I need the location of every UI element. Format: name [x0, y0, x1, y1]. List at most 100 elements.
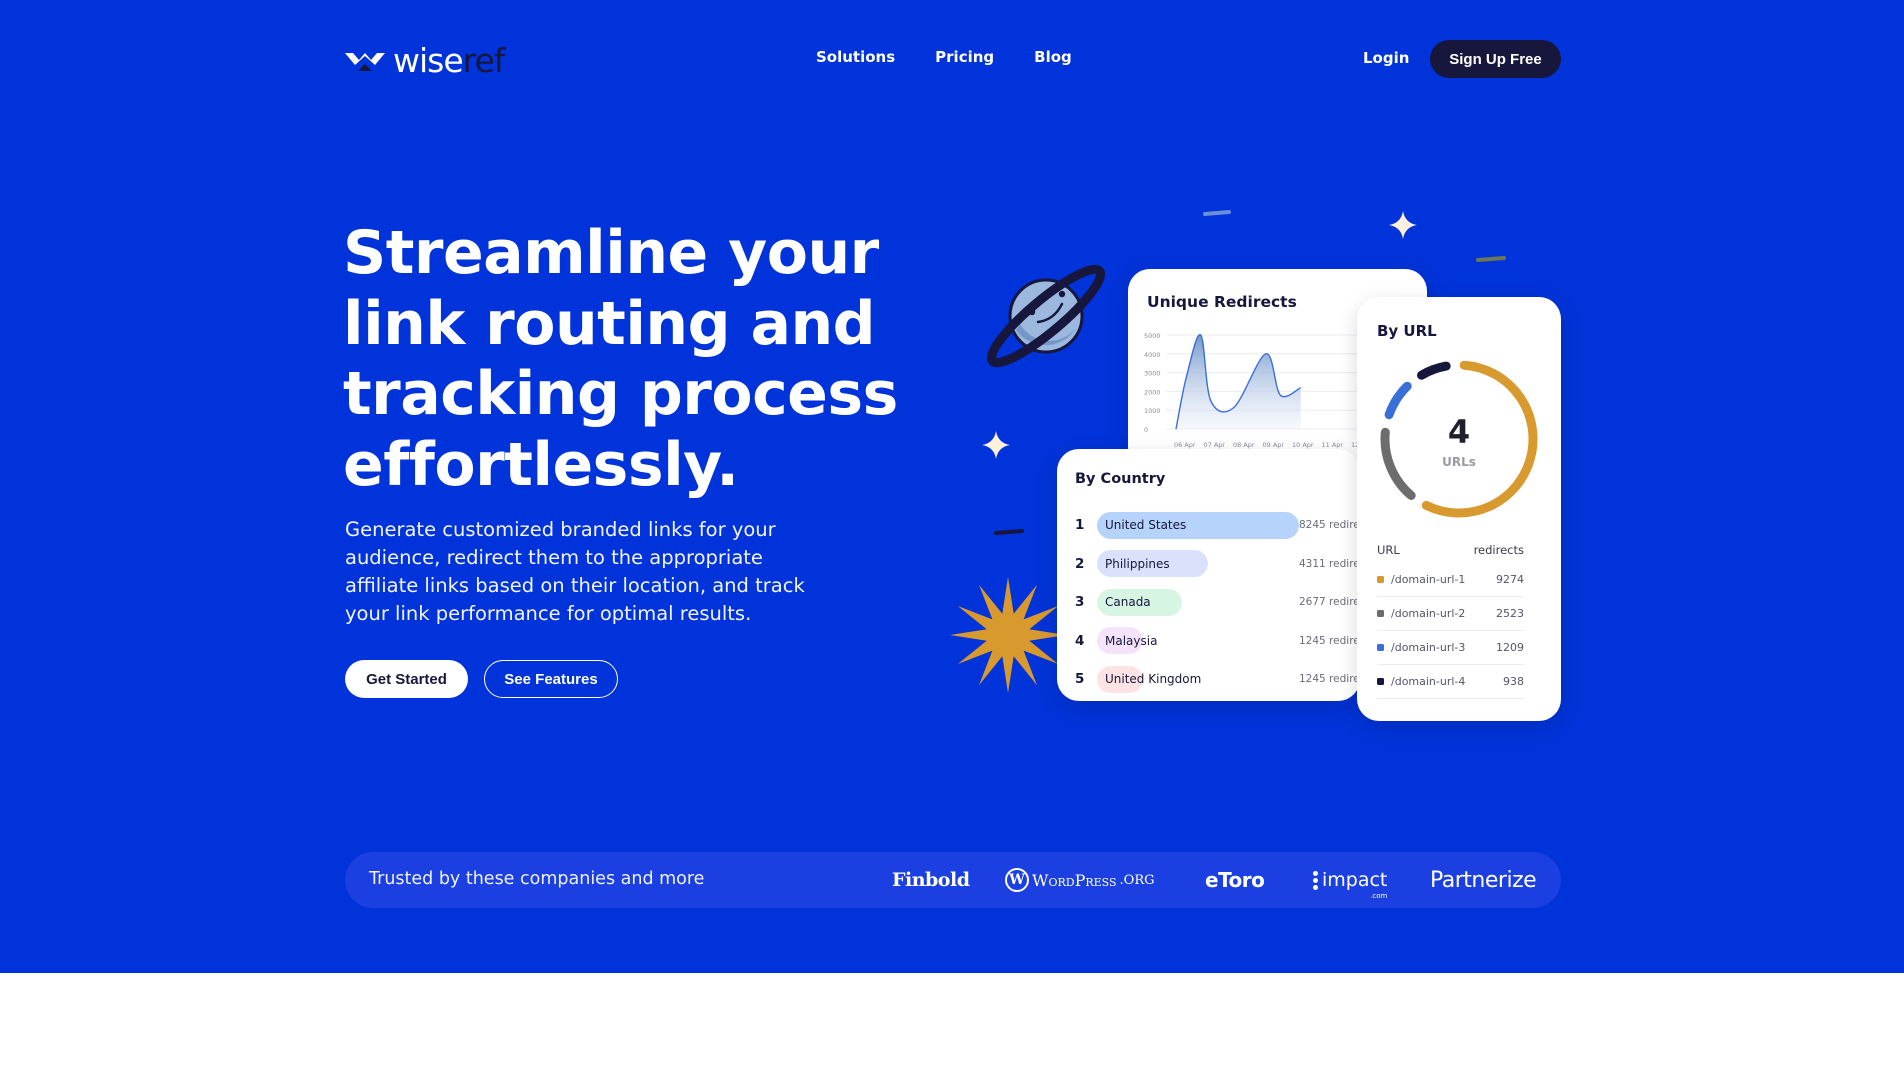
- card-title: By Country: [1075, 471, 1166, 487]
- hero-headline: Streamline your link routing and trackin…: [343, 218, 903, 500]
- url-redirects: 2523: [1496, 607, 1524, 620]
- col-url: URL: [1377, 543, 1400, 557]
- headline-line: tracking process: [343, 359, 898, 429]
- x-tick-label: 08 Apr: [1233, 441, 1255, 449]
- url-redirects: 938: [1503, 675, 1524, 688]
- nav-blog[interactable]: Blog: [1034, 48, 1072, 66]
- country-name: Philippines: [1105, 556, 1170, 571]
- country-name: Malaysia: [1105, 633, 1158, 648]
- donut-label: URLs: [1442, 455, 1476, 469]
- x-tick-label: 11 Apr: [1322, 441, 1344, 449]
- subtext-line: audience, redirect them to the appropria…: [345, 546, 763, 569]
- trusted-by-bar: Trusted by these companies and more Finb…: [345, 852, 1561, 908]
- nav-pricing[interactable]: Pricing: [935, 48, 994, 66]
- starburst-icon: [950, 577, 1066, 693]
- dash-decoration: [994, 529, 1024, 535]
- logo[interactable]: wiseref: [345, 40, 505, 80]
- sparkle-star-icon: [982, 431, 1010, 459]
- url-redirects: 1209: [1496, 641, 1524, 654]
- country-row: 4 Malaysia 1245 redirects: [1075, 627, 1360, 655]
- wordpress-suffix: .ORG: [1119, 872, 1155, 888]
- logo-wordmark: wiseref: [393, 40, 505, 80]
- y-tick-label: 4000: [1144, 351, 1161, 359]
- y-tick-label: 5000: [1144, 332, 1161, 340]
- country-rank: 2: [1075, 555, 1085, 572]
- logo-impact: impact .com: [1313, 852, 1387, 908]
- nav-solutions[interactable]: Solutions: [816, 48, 895, 66]
- country-name: Canada: [1105, 595, 1151, 609]
- chart-area-fill: [1176, 334, 1301, 429]
- url-color-swatch: [1377, 576, 1384, 583]
- country-rank: 4: [1075, 632, 1085, 649]
- impact-dots-icon: [1313, 870, 1318, 890]
- x-tick-label: 06 Apr: [1174, 441, 1196, 449]
- planet-icon: [986, 264, 1106, 368]
- country-value: 4311 redirects: [1299, 557, 1360, 570]
- subtext-line: Generate customized branded links for yo…: [345, 518, 776, 541]
- hero-section: wiseref Solutions Pricing Blog Login Sig…: [0, 0, 1904, 973]
- headline-line: effortlessly.: [343, 429, 739, 500]
- country-value: 1245 redirects: [1299, 634, 1360, 647]
- login-link[interactable]: Login: [1363, 49, 1409, 67]
- country-rank: 5: [1075, 671, 1085, 687]
- y-tick-label: 1000: [1144, 407, 1161, 415]
- by-url-card: By URL 4 URLs URL redirects /domain-url-…: [1357, 297, 1561, 721]
- url-name: /domain-url-3: [1391, 641, 1466, 654]
- see-features-button[interactable]: See Features: [484, 660, 618, 698]
- country-rank: 1: [1075, 517, 1085, 533]
- country-value: 8245 redirects: [1299, 519, 1360, 531]
- country-value: 2677 redirects: [1299, 596, 1360, 608]
- country-row: 2 Philippines 4311 redirects: [1075, 550, 1360, 578]
- url-table-header: URL redirects: [1377, 543, 1524, 557]
- country-row: 5 United Kingdom 1245 redirects: [1075, 665, 1360, 693]
- country-name: United Kingdom: [1105, 672, 1202, 686]
- y-tick-label: 2000: [1144, 388, 1161, 396]
- country-name: United States: [1105, 518, 1187, 532]
- y-tick-label: 0: [1144, 426, 1148, 434]
- impact-text: impact: [1322, 869, 1388, 891]
- hero-subtext: Generate customized branded links for yo…: [345, 516, 815, 628]
- col-redirects: redirects: [1473, 543, 1524, 557]
- url-row: /domain-url-3 1209: [1377, 631, 1524, 665]
- country-value: 1245 redirects: [1299, 673, 1360, 685]
- country-row: 1 United States 8245 redirects: [1075, 511, 1360, 539]
- country-row: 3 Canada 2677 redirects: [1075, 588, 1360, 616]
- x-tick-label: 09 Apr: [1263, 441, 1285, 449]
- signup-button[interactable]: Sign Up Free: [1430, 40, 1561, 78]
- x-tick-label: 07 Apr: [1204, 441, 1226, 449]
- url-color-swatch: [1377, 644, 1384, 651]
- sparkle-star-icon: [1389, 211, 1417, 239]
- trusted-label: Trusted by these companies and more: [369, 869, 705, 889]
- url-color-swatch: [1377, 678, 1384, 685]
- subtext-line: affiliate links based on their location,…: [345, 574, 805, 597]
- donut-segment: [1417, 361, 1451, 380]
- impact-suffix: .com: [1370, 892, 1388, 900]
- donut-total: 4: [1447, 413, 1471, 451]
- dash-decoration: [1476, 256, 1506, 262]
- x-tick-label: 10 Apr: [1292, 441, 1314, 449]
- url-row: /domain-url-1 9274: [1377, 563, 1524, 597]
- wiseref-logo-icon: [345, 53, 385, 71]
- url-name: /domain-url-4: [1391, 675, 1466, 688]
- url-row: /domain-url-2 2523: [1377, 597, 1524, 631]
- logo-partnerize: Partnerize: [1430, 867, 1537, 893]
- subtext-line: your link performance for optimal result…: [345, 602, 752, 625]
- by-country-card: By Country 1 United States 8245 redirects 2…: [1057, 449, 1360, 701]
- url-name: /domain-url-2: [1391, 607, 1466, 620]
- logo-etoro: eToro: [1205, 868, 1265, 892]
- wordpress-text: WordPress: [1032, 870, 1117, 890]
- get-started-button[interactable]: Get Started: [345, 660, 468, 698]
- country-rank: 3: [1075, 594, 1085, 610]
- url-row: /domain-url-4 938: [1377, 665, 1524, 699]
- url-color-swatch: [1377, 610, 1384, 617]
- url-name: /domain-url-1: [1391, 573, 1466, 586]
- logo-finbold: Finbold: [892, 869, 970, 891]
- logo-wordpress: W WordPress .ORG: [1005, 852, 1155, 908]
- dash-decoration: [1203, 210, 1231, 216]
- headline-line: link routing and: [343, 288, 876, 359]
- headline-line: Streamline your: [343, 218, 879, 288]
- wordpress-icon: W: [1005, 868, 1029, 892]
- main-nav: Solutions Pricing Blog: [816, 48, 1072, 66]
- card-title: By URL: [1377, 322, 1437, 340]
- url-redirects: 9274: [1496, 573, 1524, 586]
